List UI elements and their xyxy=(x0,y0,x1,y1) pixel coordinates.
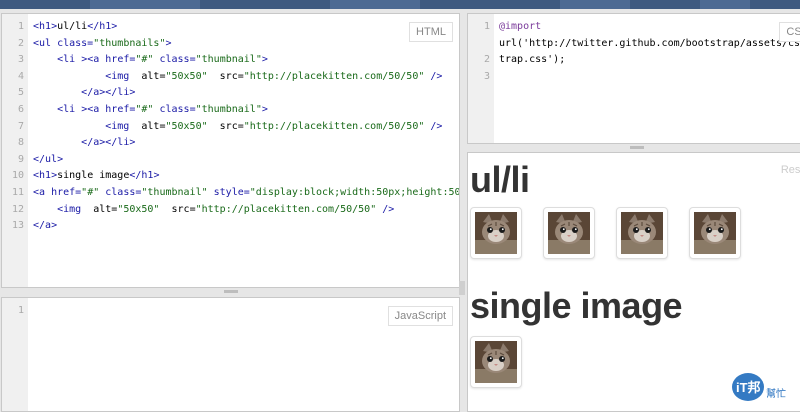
line-number: 13 xyxy=(11,220,24,232)
js-editor-pane[interactable]: 1 JavaScript xyxy=(1,297,460,412)
line-number: 7 xyxy=(17,120,24,132)
thumbnail-link[interactable] xyxy=(616,207,668,259)
line-numbers: 1 2 3 xyxy=(468,19,490,85)
code-line[interactable]: </ul> xyxy=(33,152,459,169)
line-number: 2 xyxy=(17,37,24,49)
thumbnail-link[interactable] xyxy=(470,207,522,259)
line-number: 3 xyxy=(483,70,490,82)
css-code[interactable]: @import url('http://twitter.github.com/bo… xyxy=(499,19,800,85)
html-label: HTML xyxy=(409,22,453,42)
line-number: 5 xyxy=(17,87,24,99)
splitter-handle[interactable] xyxy=(630,146,644,149)
line-number: 3 xyxy=(17,54,24,66)
javascript-label: JavaScript xyxy=(387,306,453,326)
line-number: 2 xyxy=(483,54,490,66)
code-line[interactable]: <ul class="thumbnails"> xyxy=(33,36,459,53)
ithelp-logo: iT邦 幫忙 xyxy=(732,373,786,401)
line-number: 10 xyxy=(11,170,24,182)
code-line[interactable]: url('http://twitter.github.com/bootstrap… xyxy=(499,36,800,53)
line-number: 1 xyxy=(17,305,24,316)
html-editor-pane[interactable]: 1 2 3 4 5 6 7 8 9 10 11 12 13 <h1>ul/li</h1> <ul clas… xyxy=(1,13,460,288)
top-toolbar xyxy=(0,0,800,9)
vertical-splitter-handle[interactable] xyxy=(459,281,465,295)
line-number: 11 xyxy=(11,186,24,198)
code-line[interactable]: <a href="#" class="thumbnail" style="dis… xyxy=(33,185,459,202)
thumbnail-image xyxy=(548,212,590,254)
code-line[interactable]: trap.css'); xyxy=(499,52,800,69)
thumbnail-link[interactable] xyxy=(543,207,595,259)
line-number: 9 xyxy=(17,153,24,165)
result-heading-single-image: single image xyxy=(470,285,683,326)
html-code[interactable]: <h1>ul/li</h1> <ul class="thumbnails"> <l… xyxy=(33,19,459,235)
kitten-image xyxy=(475,341,517,383)
code-line[interactable] xyxy=(499,69,800,86)
line-number: 8 xyxy=(17,137,24,149)
css-label: CSS xyxy=(779,22,800,42)
line-number: 12 xyxy=(11,203,24,215)
line-numbers: 1 xyxy=(2,303,24,320)
code-line[interactable]: @import xyxy=(499,19,800,36)
code-line[interactable]: </a> xyxy=(33,218,459,235)
code-line[interactable]: <img alt="50x50" src="http://placekitten… xyxy=(33,202,459,219)
code-line[interactable]: </a></li> xyxy=(33,85,459,102)
code-line[interactable]: <img alt="50x50" src="http://placekitten… xyxy=(33,119,459,136)
code-line[interactable]: <li ><a href="#" class="thumbnail"> xyxy=(33,52,459,69)
kitten-image xyxy=(621,212,663,254)
splitter-handle[interactable] xyxy=(224,290,238,293)
code-line[interactable]: <img alt="50x50" src="http://placekitten… xyxy=(33,69,459,86)
kitten-image xyxy=(475,212,517,254)
code-line[interactable]: <h1>ul/li</h1> xyxy=(33,19,459,36)
thumbnail-image xyxy=(694,212,736,254)
single-thumbnail-link[interactable] xyxy=(470,336,522,388)
code-line[interactable]: </a></li> xyxy=(33,135,459,152)
line-number: 6 xyxy=(17,103,24,115)
thumbnail-image xyxy=(475,341,517,383)
kitten-image xyxy=(548,212,590,254)
result-label: Result xyxy=(774,161,800,179)
line-number: 1 xyxy=(17,21,24,32)
watermark-top-text: iT邦 xyxy=(736,380,761,395)
line-numbers: 1 2 3 4 5 6 7 8 9 10 11 12 13 xyxy=(2,19,24,235)
line-number: 4 xyxy=(17,70,24,82)
thumbnail-image xyxy=(475,212,517,254)
watermark-bottom-text: 幫忙 xyxy=(766,387,786,400)
line-number xyxy=(468,36,490,53)
css-editor-pane[interactable]: 1 2 3 @import url('http://twitter.github.c… xyxy=(467,13,800,144)
thumbnail-image xyxy=(621,212,663,254)
thumbnail-link[interactable] xyxy=(689,207,741,259)
result-heading-ul-li: ul/li xyxy=(470,159,530,200)
kitten-image xyxy=(694,212,736,254)
line-number: 1 xyxy=(483,21,490,32)
code-line[interactable]: <li ><a href="#" class="thumbnail"> xyxy=(33,102,459,119)
code-line[interactable]: <h1>single image</h1> xyxy=(33,168,459,185)
